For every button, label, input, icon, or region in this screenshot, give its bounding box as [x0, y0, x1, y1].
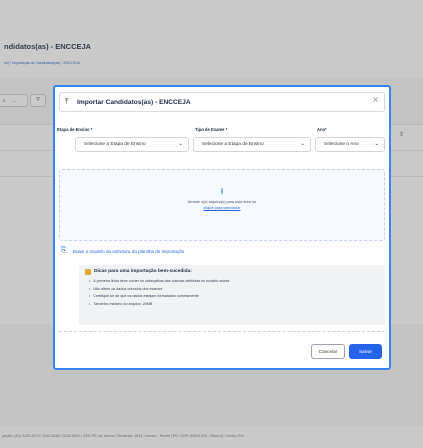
download-template-link[interactable]: Baixe o modelo da estrutura da planilha … [73, 249, 184, 254]
import-modal: ⤒ Importar Candidatos(as) - ENCCEJA × Et… [53, 85, 391, 370]
etapa-ensino-label: Etapa de Ensino * [57, 127, 93, 132]
tipo-exame-label: Tipo de Exame * [195, 127, 228, 132]
ano-value: Selecione o Ano [324, 142, 359, 147]
modal-header: ⤒ Importar Candidatos(as) - ENCCEJA × [59, 92, 385, 112]
ano-label: Ano* [317, 127, 327, 132]
chevron-down-icon: ⌄ [374, 141, 379, 147]
tip-item: A primeira linha deve conter os cabeçalh… [89, 278, 229, 286]
chevron-down-icon: ⌄ [300, 141, 305, 147]
dropzone-text: Arraste o(s) arquivo(s) para esta área o… [187, 200, 257, 204]
save-button[interactable]: Salvar [349, 344, 382, 359]
tip-item: Tamanho máximo do arquivo: 20MB [89, 301, 229, 309]
download-template-row[interactable]: ⎘ Baixe o modelo da estrutura da planilh… [59, 245, 385, 259]
tipo-exame-select[interactable]: Selecione a Etapa de Ensino ⌄ [193, 137, 311, 152]
etapa-ensino-select[interactable]: Selecione a Etapa de Ensino ⌄ [75, 137, 189, 152]
tip-item: Certifique-se de que os dados estejam fo… [89, 293, 229, 301]
footer-divider [59, 331, 385, 332]
tips-title: Dicas para uma importação bem-sucedida: [94, 269, 192, 274]
tip-item: Não altere os dados oriundos dos exames [89, 286, 229, 294]
upload-icon: ⭱ [220, 187, 224, 196]
file-download-icon: ⎘ [61, 246, 67, 254]
tips-list: A primeira linha deve conter os cabeçalh… [89, 278, 229, 308]
file-dropzone[interactable]: ⭱ Arraste o(s) arquivo(s) para esta área… [59, 169, 385, 241]
chevron-down-icon: ⌄ [178, 141, 183, 147]
etapa-ensino-value: Selecione a Etapa de Ensino [84, 142, 146, 147]
close-icon[interactable]: × [372, 95, 379, 104]
select-file-link[interactable]: clique para selecionar [60, 206, 384, 210]
ano-select[interactable]: Selecione o Ano ⌄ [315, 137, 385, 152]
tips-box: Dicas para uma importação bem-sucedida: … [79, 265, 385, 325]
tipo-exame-value: Selecione a Etapa de Ensino [202, 142, 264, 147]
lightbulb-icon [85, 269, 91, 275]
modal-title: Importar Candidatos(as) - ENCCEJA [77, 99, 191, 106]
import-icon: ⤒ [65, 97, 69, 106]
cancel-button[interactable]: Cancelar [311, 344, 345, 359]
